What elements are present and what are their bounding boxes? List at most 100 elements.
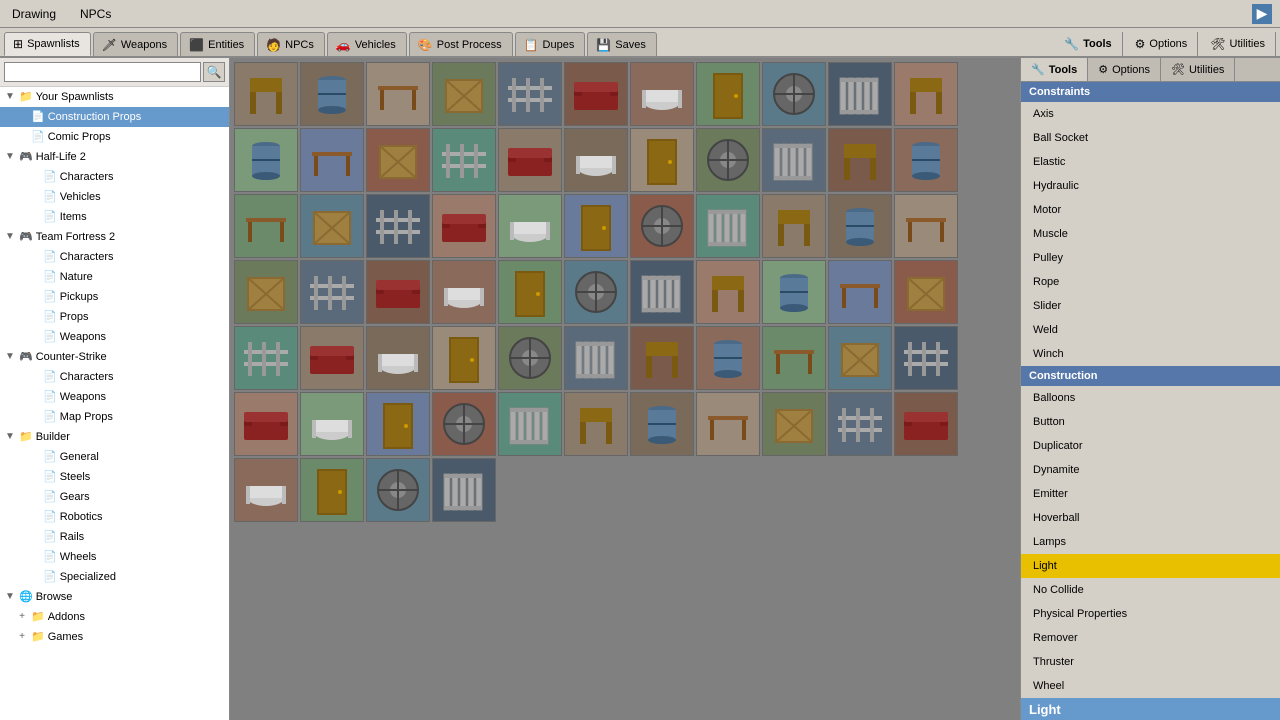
tree-node-builder-specialized[interactable]: 📄 Specialized — [0, 567, 229, 587]
tree-node-hl2-vehicles[interactable]: 📄 Vehicles — [0, 187, 229, 207]
grid-item[interactable] — [696, 128, 760, 192]
tool-item-wheel[interactable]: Wheel — [1021, 674, 1280, 698]
grid-item[interactable] — [366, 128, 430, 192]
grid-item[interactable] — [300, 392, 364, 456]
tab-entities[interactable]: ⬛Entities — [180, 32, 255, 56]
tree-node-tf2-weapons[interactable]: 📄 Weapons — [0, 327, 229, 347]
tool-item-button[interactable]: Button — [1021, 410, 1280, 434]
tool-item-duplicator[interactable]: Duplicator — [1021, 434, 1280, 458]
tool-item-elastic[interactable]: Elastic — [1021, 150, 1280, 174]
tool-item-physical-properties[interactable]: Physical Properties — [1021, 602, 1280, 626]
section-header-construction[interactable]: Construction — [1021, 366, 1280, 386]
grid-item[interactable] — [234, 62, 298, 126]
tool-item-light[interactable]: Light — [1021, 554, 1280, 578]
tab-dupes[interactable]: 📋Dupes — [515, 32, 586, 56]
tool-item-winch[interactable]: Winch — [1021, 342, 1280, 366]
tool-item-emitter[interactable]: Emitter — [1021, 482, 1280, 506]
grid-item[interactable] — [564, 326, 628, 390]
grid-item[interactable] — [630, 128, 694, 192]
grid-item[interactable] — [498, 326, 562, 390]
tree-node-cs-weapons[interactable]: 📄 Weapons — [0, 387, 229, 407]
grid-item[interactable] — [762, 326, 826, 390]
grid-item[interactable] — [432, 260, 496, 324]
tree-node-half-life-2[interactable]: ▼ 🎮 Half-Life 2 — [0, 147, 229, 167]
grid-item[interactable] — [432, 326, 496, 390]
tree-node-builder[interactable]: ▼ 📁 Builder — [0, 427, 229, 447]
tree-node-cs-characters[interactable]: 📄 Characters — [0, 367, 229, 387]
tree-node-games[interactable]: + 📁 Games — [0, 627, 229, 647]
tree-node-builder-steels[interactable]: 📄 Steels — [0, 467, 229, 487]
right-tab-utilities[interactable]: 🛠Utilities — [1200, 32, 1276, 56]
grid-item[interactable] — [234, 260, 298, 324]
grid-item[interactable] — [498, 128, 562, 192]
grid-item[interactable] — [630, 392, 694, 456]
grid-item[interactable] — [366, 62, 430, 126]
grid-item[interactable] — [564, 194, 628, 258]
tool-item-motor[interactable]: Motor — [1021, 198, 1280, 222]
tree-node-team-fortress-2[interactable]: ▼ 🎮 Team Fortress 2 — [0, 227, 229, 247]
right-tab-bar-options[interactable]: ⚙Options — [1088, 58, 1161, 81]
tree-node-browse[interactable]: ▼ 🌐 Browse — [0, 587, 229, 607]
grid-item[interactable] — [300, 128, 364, 192]
grid-item[interactable] — [828, 62, 892, 126]
grid-item[interactable] — [498, 62, 562, 126]
tool-item-remover[interactable]: Remover — [1021, 626, 1280, 650]
content-grid[interactable] — [230, 58, 1020, 720]
tree-node-tf2-characters[interactable]: 📄 Characters — [0, 247, 229, 267]
grid-item[interactable] — [234, 458, 298, 522]
right-tab-bar-utilities[interactable]: 🛠Utilities — [1161, 58, 1235, 81]
tab-postprocess[interactable]: 🎨Post Process — [409, 32, 513, 56]
grid-item[interactable] — [828, 260, 892, 324]
grid-item[interactable] — [630, 62, 694, 126]
search-button[interactable]: 🔍 — [203, 62, 225, 82]
grid-item[interactable] — [564, 260, 628, 324]
tree-node-counter-strike[interactable]: ▼ 🎮 Counter-Strike — [0, 347, 229, 367]
grid-item[interactable] — [696, 392, 760, 456]
grid-item[interactable] — [894, 260, 958, 324]
grid-item[interactable] — [696, 260, 760, 324]
tree-node-builder-robotics[interactable]: 📄 Robotics — [0, 507, 229, 527]
tool-item-no-collide[interactable]: No Collide — [1021, 578, 1280, 602]
grid-item[interactable] — [498, 194, 562, 258]
grid-item[interactable] — [894, 392, 958, 456]
menu-npcs[interactable]: NPCs — [76, 5, 115, 23]
grid-item[interactable] — [828, 194, 892, 258]
tool-item-balloons[interactable]: Balloons — [1021, 386, 1280, 410]
grid-item[interactable] — [432, 128, 496, 192]
grid-item[interactable] — [234, 326, 298, 390]
tree-node-builder-general[interactable]: 📄 General — [0, 447, 229, 467]
tree-node-tf2-props[interactable]: 📄 Props — [0, 307, 229, 327]
tool-item-rope[interactable]: Rope — [1021, 270, 1280, 294]
grid-item[interactable] — [630, 326, 694, 390]
tree-node-hl2-items[interactable]: 📄 Items — [0, 207, 229, 227]
grid-item[interactable] — [762, 128, 826, 192]
tree-node-builder-gears[interactable]: 📄 Gears — [0, 487, 229, 507]
tree-node-tf2-nature[interactable]: 📄 Nature — [0, 267, 229, 287]
grid-item[interactable] — [762, 62, 826, 126]
tool-item-hydraulic[interactable]: Hydraulic — [1021, 174, 1280, 198]
grid-item[interactable] — [498, 392, 562, 456]
menu-drawing[interactable]: Drawing — [8, 5, 60, 23]
tab-vehicles[interactable]: 🚗Vehicles — [327, 32, 407, 56]
grid-item[interactable] — [894, 326, 958, 390]
grid-item[interactable] — [366, 194, 430, 258]
grid-item[interactable] — [894, 194, 958, 258]
search-input[interactable] — [4, 62, 201, 82]
right-tab-bar-tools[interactable]: 🔧Tools — [1021, 58, 1088, 81]
tool-item-muscle[interactable]: Muscle — [1021, 222, 1280, 246]
grid-item[interactable] — [696, 326, 760, 390]
grid-item[interactable] — [366, 392, 430, 456]
grid-item[interactable] — [894, 62, 958, 126]
grid-item[interactable] — [300, 458, 364, 522]
tool-item-dynamite[interactable]: Dynamite — [1021, 458, 1280, 482]
grid-item[interactable] — [432, 62, 496, 126]
tool-item-slider[interactable]: Slider — [1021, 294, 1280, 318]
tree-node-construction-props[interactable]: 📄 Construction Props — [0, 107, 229, 127]
grid-item[interactable] — [432, 458, 496, 522]
expand-button[interactable]: ▶ — [1252, 4, 1272, 24]
tool-item-pulley[interactable]: Pulley — [1021, 246, 1280, 270]
grid-item[interactable] — [762, 392, 826, 456]
grid-item[interactable] — [366, 326, 430, 390]
tab-saves[interactable]: 💾Saves — [587, 32, 657, 56]
tool-item-hoverball[interactable]: Hoverball — [1021, 506, 1280, 530]
